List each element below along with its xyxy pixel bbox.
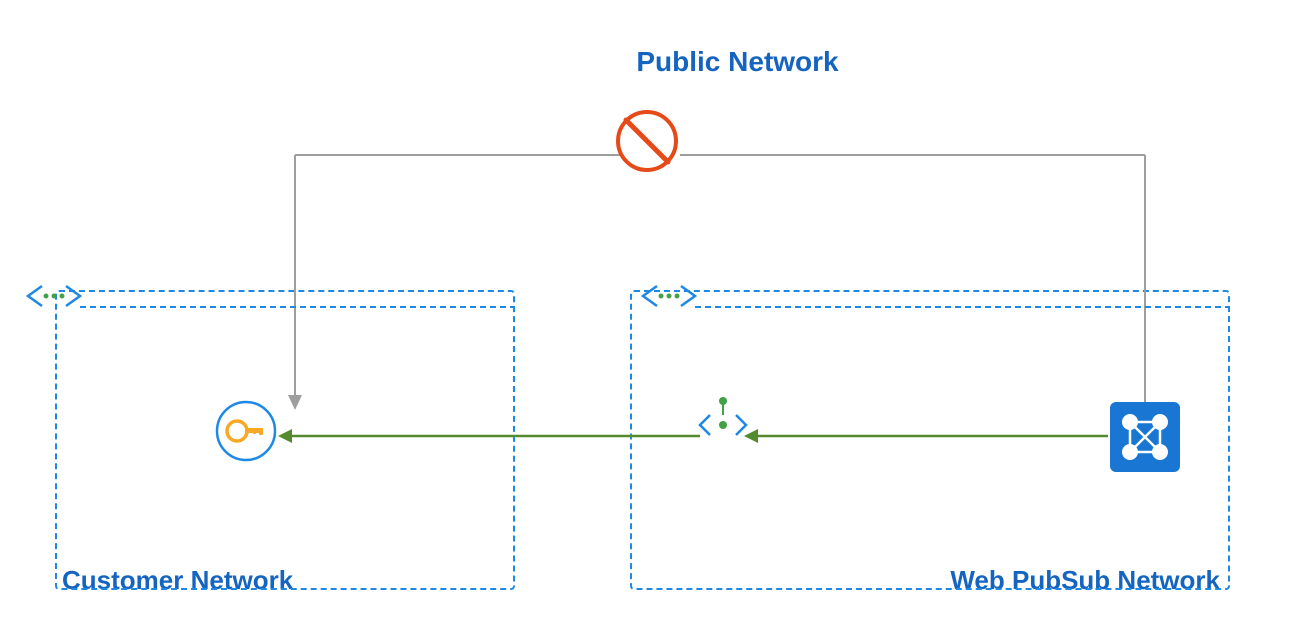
diagram-container: Public Network Customer Network Web PubS… bbox=[0, 0, 1291, 641]
diagram-svg bbox=[0, 0, 1291, 641]
